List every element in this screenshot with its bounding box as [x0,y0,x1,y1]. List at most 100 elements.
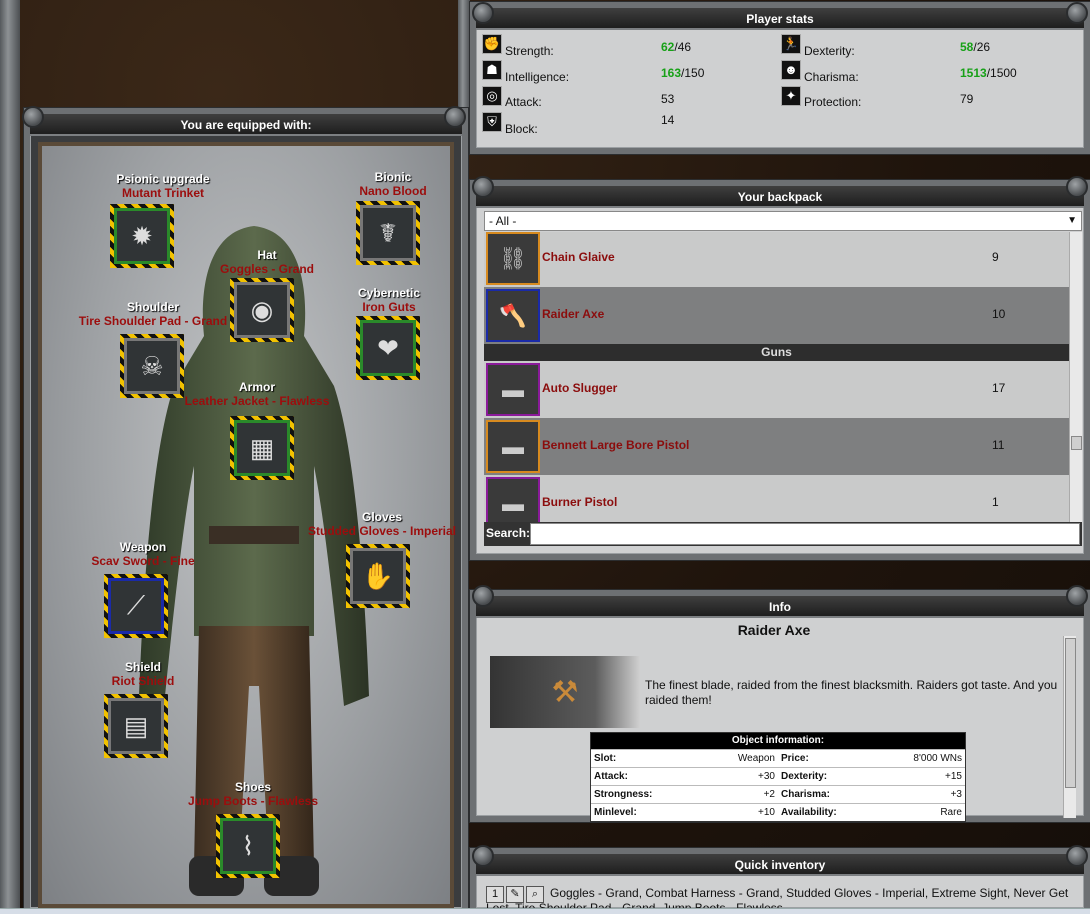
block-value: 14 [661,113,675,127]
slot-label: Psionic upgrade [116,172,210,186]
search-label: Search: [486,526,531,540]
weapon-item-box[interactable]: ⟋ [104,574,168,638]
bionic-item-box[interactable]: ☤ [356,201,420,265]
backpack-search: Search: [484,522,1082,546]
quick-title: Quick inventory [476,854,1084,876]
item-name: Burner Pistol [542,495,618,509]
slot-item-name: Mutant Trinket [121,186,204,200]
list-item[interactable]: ⛓ Chain Glaive 9 [484,232,1069,287]
list-item[interactable]: ▬ Bennett Large Bore Pistol 11 [484,418,1069,475]
table-row: Strongness: +2 Charisma: +3 [591,785,965,803]
charisma-value: 1513/1500 [960,66,1017,80]
jump-boots-icon: ⌇ [220,818,276,874]
backpack-scrollbar[interactable] [1069,232,1082,522]
burner-pistol-icon: ▬ [486,477,540,522]
search-input[interactable] [530,523,1080,545]
item-qty: 11 [992,438,1005,452]
scroll-thumb[interactable] [1065,638,1076,788]
info-item-name: Raider Axe [737,622,811,638]
info-description: The finest blade, raided from the finest… [645,678,1058,707]
cell: Availability: [781,807,837,818]
attack-label: Attack: [505,95,542,109]
cell: +2 [763,789,775,800]
shoes-item-box[interactable]: ⌇ [216,814,280,878]
backpack-list: ⛓ Chain Glaive 9 🪓 Raider Axe 10 Guns ▬ … [484,232,1082,522]
table-row: Slot: Weapon Price: 8'000 WNs [591,749,965,767]
bolt-icon [1066,845,1088,867]
slot-item-name: Leather Jacket - Flawless [184,394,330,408]
taskbar [0,908,1090,914]
slot-label: Hat [257,248,277,262]
protection-icon: ✦ [781,86,801,106]
category-header: Guns [484,344,1069,361]
slot-shoes: Shoes Jump Boots - Flawless [168,780,338,808]
goggles-icon: ◉ [234,282,290,338]
cell: 8'000 WNs [913,753,962,764]
list-item[interactable]: ▬ Burner Pistol 1 [484,475,1069,522]
slot-label: Shield [124,660,161,674]
stats-title: Player stats [476,8,1084,30]
chevron-down-icon: ▼ [1067,215,1077,226]
slot-item-name: Riot Shield [111,674,175,688]
cell: +30 [758,771,775,782]
auto-slugger-icon: ▬ [486,363,540,416]
slot-item-name: Scav Sword - Fine [91,554,195,568]
intelligence-value: 163/150 [661,66,705,80]
slot-hat: Hat Goggles - Grand [182,248,352,276]
cell: Charisma: [781,789,830,800]
slot-item-name: Tire Shoulder Pad - Grand [78,314,228,328]
item-qty: 1 [992,495,999,509]
strength-icon: ✊ [482,34,502,54]
item-qty: 17 [992,381,1006,395]
armor-item-box[interactable]: ▦ [230,416,294,480]
info-scrollbar[interactable] [1063,636,1076,818]
slot-label: Cybernetic [357,286,421,300]
studded-gloves-icon: ✋ [350,548,406,604]
charisma-label: Charisma: [804,70,859,84]
list-item[interactable]: ▬ Auto Slugger 17 [484,361,1069,418]
left-rail [0,0,20,914]
bolt-icon [472,845,494,867]
slot-gloves: Gloves Studded Gloves - Imperial [282,510,482,538]
slot-shield: Shield Riot Shield [58,660,228,688]
intelligence-icon: ☗ [482,60,502,80]
shield-item-box[interactable]: ▤ [104,694,168,758]
attack-icon: ◎ [482,86,502,106]
slot-weapon: Weapon Scav Sword - Fine [58,540,228,568]
cell: Weapon [737,753,775,764]
slot-item-name: Jump Boots - Flawless [187,794,319,808]
backpack-title: Your backpack [476,186,1084,208]
item-name: Auto Slugger [542,381,618,395]
protection-value: 79 [960,92,974,106]
cybernetic-item-box[interactable]: ❤ [356,316,420,380]
cell: Strongness: [594,789,653,800]
backpack-filter-select[interactable]: - All - ▼ [484,211,1082,231]
cell: +3 [950,789,962,800]
bolt-icon [472,2,494,24]
charisma-icon: ☻ [781,60,801,80]
leather-jacket-icon: ▦ [234,420,290,476]
slot-armor: Armor Leather Jacket - Flawless [172,380,342,408]
scroll-thumb[interactable] [1071,436,1082,450]
bolt-icon [472,585,494,607]
block-label: Block: [505,122,538,136]
table-row: Attack: +30 Dexterity: +15 [591,767,965,785]
list-item[interactable]: 🪓 Raider Axe 10 [484,287,1069,344]
dexterity-label: Dexterity: [804,44,855,58]
psionic-item-box[interactable]: ✹ [110,204,174,268]
iron-guts-icon: ❤ [360,320,416,376]
cell: Minlevel: [594,807,637,818]
slot-label: Weapon [119,540,167,554]
equipment-title: You are equipped with: [30,114,462,136]
slot-label: Bionic [374,170,412,184]
item-name: Raider Axe [542,307,605,321]
cell: +10 [758,807,775,818]
chain-glaive-icon: ⛓ [486,232,540,285]
slot-psionic: Psionic upgrade Mutant Trinket [78,172,248,200]
raider-axe-icon: 🪓 [486,289,540,342]
hat-item-box[interactable]: ◉ [230,278,294,342]
nano-blood-icon: ☤ [360,205,416,261]
object-info-title: Object information: [591,733,965,749]
gloves-item-box[interactable]: ✋ [346,544,410,608]
cell: Dexterity: [781,771,828,782]
